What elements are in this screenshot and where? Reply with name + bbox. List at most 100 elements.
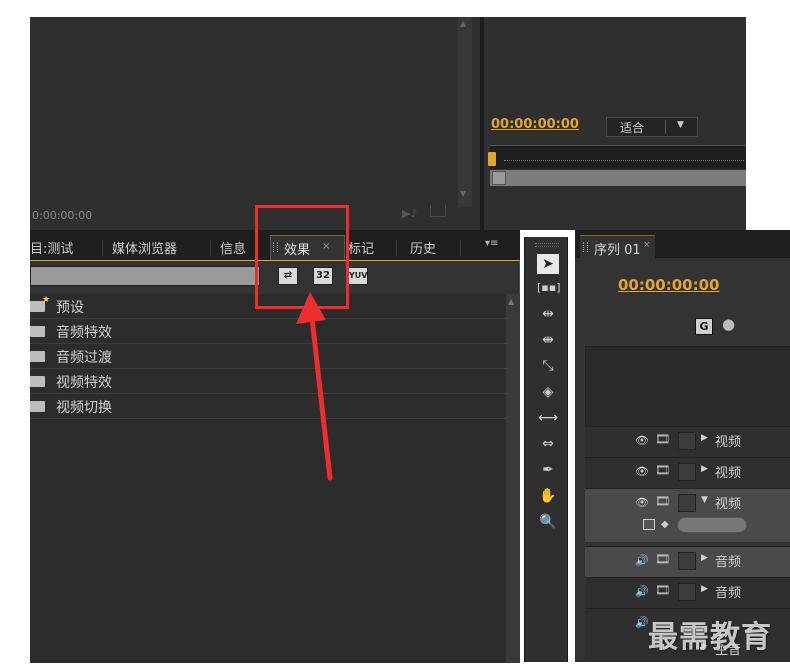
tools-panel: ➤ [▪▪] ⇹ ⇼ ⤡ ◈ ⟷ ⇔ ✒ ✋ 🔍 [524, 237, 568, 662]
list-item[interactable]: 视频切换 [30, 394, 506, 419]
zoom-bar-handle[interactable] [492, 171, 506, 185]
panel-menu-icon[interactable]: ▾≡ [485, 238, 498, 249]
zoom-tool-icon[interactable]: 🔍 [537, 512, 559, 532]
tab-media-browser[interactable]: 媒体浏览器 [112, 235, 177, 260]
film-icon[interactable]: 🎞 [655, 494, 670, 508]
eye-icon[interactable]: 👁 [635, 465, 649, 478]
export-frame-icon[interactable] [430, 205, 446, 217]
marker-icon[interactable]: ● [722, 315, 735, 333]
source-timecode[interactable]: 0:00:00:00 [32, 209, 92, 222]
track-name: 视频 [715, 435, 742, 450]
ruler-ticks [504, 160, 744, 161]
rolling-edit-tool-icon[interactable]: ⇼ [537, 330, 559, 350]
track-name: 视频 [715, 497, 742, 512]
track-audio-2[interactable]: 🔊 🎞 ▶ 音频 [585, 577, 790, 608]
list-item[interactable]: 视频特效 [30, 369, 506, 394]
speaker-icon[interactable]: 🔊 [635, 585, 649, 598]
effects-tree: ★ 预设 音频特效 音频过渡 视频特效 视频切换 [30, 294, 506, 663]
slip-tool-icon[interactable]: ⟷ [537, 408, 559, 428]
lock-toggle[interactable] [678, 552, 696, 570]
close-icon[interactable]: × [643, 240, 651, 250]
program-monitor: 00:00:00:00 适合 ▼ [484, 17, 746, 230]
razor-tool-icon[interactable]: ◈ [537, 382, 559, 402]
ripple-edit-tool-icon[interactable]: ⇹ [537, 304, 559, 324]
selection-tool-icon[interactable]: ➤ [537, 254, 559, 274]
folder-icon [30, 401, 45, 412]
effects-panel: ⇄ 32 YUV ★ 预设 音频特效 音频过渡 视频特效 视频切换 ▲ [30, 260, 520, 663]
program-zoom-bar[interactable] [490, 170, 746, 186]
panel-grip-icon[interactable] [535, 243, 559, 247]
chevron-down-icon: ▼ [677, 120, 684, 130]
track-video-2[interactable]: 👁 🎞 ▶ 视频 [585, 457, 790, 488]
folder-icon [30, 326, 45, 337]
tab-sequence-label: 序列 01 [594, 243, 641, 258]
film-icon[interactable]: 🎞 [655, 432, 670, 446]
collapse-arrow-icon[interactable]: ▼ [701, 495, 708, 505]
film-icon[interactable]: 🎞 [655, 583, 670, 597]
source-scrollbar[interactable] [458, 17, 472, 207]
track-video-1[interactable]: 👁 🎞 ▼ 视频 ◆ [585, 488, 790, 542]
timeline-panel: 00:00:00:00 G ● 👁 🎞 ▶ 视频 👁 🎞 ▶ 视频 👁 🎞 ▼ … [575, 258, 790, 662]
program-time-ruler[interactable] [490, 145, 746, 169]
eye-icon[interactable]: 👁 [635, 434, 649, 447]
play-audio-icon[interactable]: ▶♪ [402, 207, 417, 220]
timeline-ruler-area[interactable] [585, 346, 790, 426]
lock-toggle[interactable] [678, 432, 696, 450]
display-style-icon[interactable] [643, 519, 655, 530]
playhead-icon[interactable] [488, 152, 496, 166]
expand-arrow-icon[interactable]: ▶ [701, 433, 708, 443]
track-video-3[interactable]: 👁 🎞 ▶ 视频 [585, 426, 790, 457]
folder-icon [30, 351, 45, 362]
snap-button[interactable]: G [695, 318, 713, 335]
eye-icon[interactable]: 👁 [635, 496, 649, 509]
list-item-label: 音频过渡 [56, 350, 112, 366]
scroll-up-arrow-icon[interactable]: ▲ [508, 297, 514, 306]
source-monitor: ▲ ▼ 0:00:00:00 ▶♪ [30, 17, 480, 230]
yuv-effects-button[interactable]: YUV [348, 267, 368, 285]
track-name: 音频 [715, 555, 742, 570]
lock-toggle[interactable] [678, 494, 696, 512]
annotation-arrow-icon [296, 292, 333, 481]
film-icon[interactable]: 🎞 [655, 552, 670, 566]
keyframe-icon[interactable]: ◆ [661, 519, 669, 530]
speaker-icon[interactable]: 🔊 [635, 554, 649, 567]
track-select-tool-icon[interactable]: [▪▪] [537, 278, 561, 298]
list-item-label: 视频特效 [56, 375, 112, 391]
tab-info[interactable]: 信息 [220, 235, 246, 260]
tab-project[interactable]: 目:测试 [30, 235, 73, 260]
speaker-icon[interactable]: 🔊 [635, 616, 649, 629]
pen-tool-icon[interactable]: ✒ [537, 460, 559, 480]
lock-toggle[interactable] [678, 463, 696, 481]
keyframe-navigator[interactable] [677, 517, 747, 533]
tab-markers[interactable]: 标记 [348, 235, 374, 260]
list-item[interactable]: 音频过渡 [30, 344, 506, 369]
lock-toggle[interactable] [678, 583, 696, 601]
hand-tool-icon[interactable]: ✋ [537, 486, 559, 506]
list-item-label: 视频切换 [56, 400, 112, 416]
slide-tool-icon[interactable]: ⇔ [537, 434, 559, 454]
list-item[interactable]: 音频特效 [30, 319, 506, 344]
timeline-tabs: 序列 01 × [575, 230, 790, 258]
rate-stretch-tool-icon[interactable]: ⤡ [537, 356, 559, 376]
effects-search-input[interactable] [30, 266, 260, 286]
list-item-label: 预设 [56, 300, 84, 316]
track-audio-1[interactable]: 🔊 🎞 ▶ 音频 [585, 546, 790, 577]
expand-arrow-icon[interactable]: ▶ [701, 553, 708, 563]
film-icon[interactable]: 🎞 [655, 463, 670, 477]
tab-separator [210, 240, 211, 256]
tab-grip-icon[interactable] [583, 242, 588, 252]
tab-sequence-01[interactable]: 序列 01 × [580, 235, 655, 258]
scroll-up-arrow-icon[interactable]: ▲ [460, 19, 466, 28]
tab-history[interactable]: 历史 [410, 235, 436, 260]
expand-arrow-icon[interactable]: ▶ [701, 584, 708, 594]
fit-dropdown[interactable]: 适合 ▼ [606, 117, 698, 137]
scroll-down-arrow-icon[interactable]: ▼ [460, 189, 466, 198]
timeline-timecode[interactable]: 00:00:00:00 [618, 276, 720, 294]
expand-arrow-icon[interactable]: ▶ [701, 464, 708, 474]
list-item-label: 音频特效 [56, 325, 112, 341]
folder-icon [30, 376, 45, 387]
program-timecode[interactable]: 00:00:00:00 [491, 117, 579, 132]
fit-dropdown-label: 适合 [620, 121, 645, 135]
effects-scrollbar[interactable] [506, 294, 520, 663]
watermark-logo: 最需教育 [648, 620, 772, 655]
